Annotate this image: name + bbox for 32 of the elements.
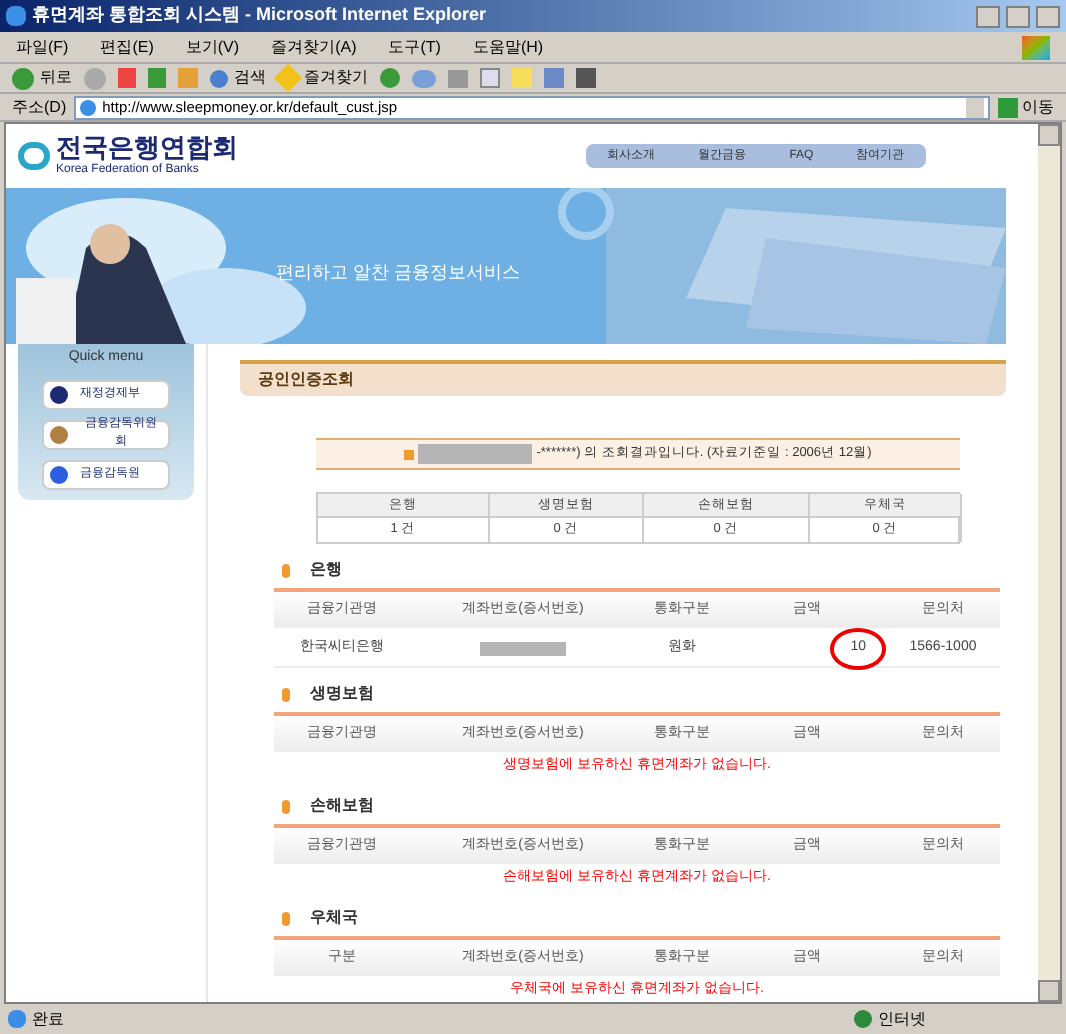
search-button[interactable]: 검색 bbox=[210, 66, 266, 90]
maximize-button[interactable] bbox=[1006, 5, 1030, 27]
menu-item[interactable]: 파일(F) bbox=[16, 35, 69, 59]
minimize-button[interactable] bbox=[976, 5, 1000, 27]
menu-item[interactable]: 즐겨찾기(A) bbox=[271, 35, 357, 59]
page-title: 공인인증조회 bbox=[258, 368, 354, 392]
window-title: 휴면계좌 통합조회 시스템 - Microsoft Internet Explorer bbox=[32, 2, 489, 29]
menu-item[interactable]: 도구(T) bbox=[388, 35, 441, 59]
bullet-icon bbox=[282, 911, 290, 925]
bullet-icon bbox=[282, 563, 290, 577]
status-text: 완료 bbox=[32, 1007, 66, 1031]
menu-item[interactable]: 도움말(H) bbox=[472, 35, 544, 59]
section-title: 손해보험 bbox=[310, 794, 374, 818]
menu-item[interactable]: 보기(V) bbox=[185, 35, 240, 59]
logo-icon bbox=[18, 142, 50, 170]
section-title: 은행 bbox=[310, 558, 342, 582]
redacted-bar bbox=[480, 641, 566, 656]
slogan-text: 편리하고 알찬 금융정보서비스 bbox=[276, 260, 521, 286]
back-button[interactable]: 뒤로 bbox=[12, 66, 72, 90]
close-button[interactable] bbox=[1036, 5, 1060, 27]
section-title: 생명보험 bbox=[310, 682, 374, 706]
bullet-icon bbox=[282, 687, 290, 701]
bullet-icon bbox=[282, 799, 290, 813]
go-button[interactable]: 이동 bbox=[998, 95, 1054, 119]
menu-item[interactable]: 편집(E) bbox=[100, 35, 154, 59]
logo-text: 전국은행연합회 bbox=[56, 133, 238, 161]
zone-text: 인터넷 bbox=[878, 1007, 928, 1031]
scrollbar[interactable] bbox=[1038, 124, 1060, 1002]
address-label: 주소(D) bbox=[12, 95, 67, 119]
redacted-bar bbox=[418, 444, 533, 464]
section-title: 우체국 bbox=[310, 906, 358, 930]
favorites-button[interactable]: 즐겨찾기 bbox=[278, 66, 368, 90]
